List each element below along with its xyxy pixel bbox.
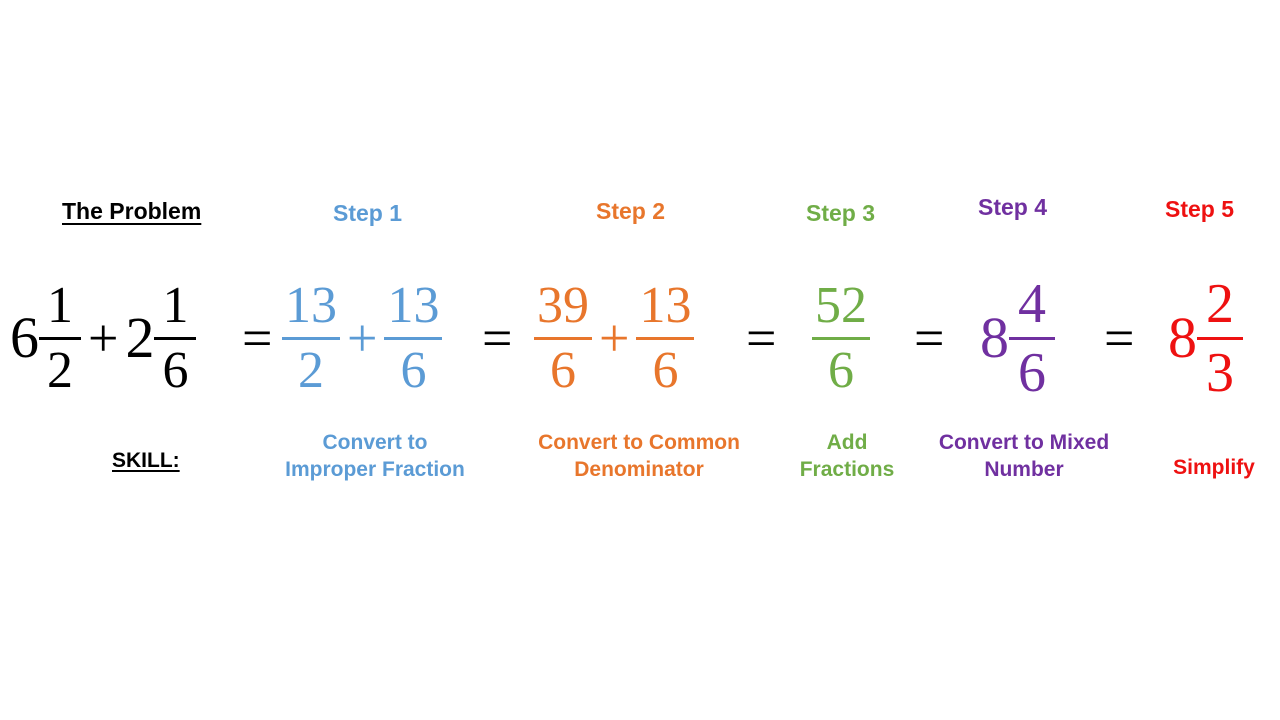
step2-fraction-2: 13 6: [636, 276, 695, 399]
skill-label-step-2: Convert to Common Denominator: [538, 431, 740, 481]
equals-5-wrap: =: [1098, 258, 1140, 418]
denominator: 6: [652, 341, 679, 399]
step-header-row: The Problem Step 1 Step 2 Step 3 Step 4 …: [0, 188, 1280, 234]
numerator: 1: [47, 276, 73, 334]
problem-fraction-1: 1 2: [39, 276, 81, 399]
problem-whole-2: 2: [125, 305, 155, 370]
denominator: 6: [162, 341, 189, 399]
equals-sign-4: =: [914, 308, 945, 368]
fraction-bar: [39, 336, 81, 340]
equation-row: 6 1 2 + 2 1 6 = 13 2 + 13 6 = 39 6 + 13 …: [0, 258, 1280, 418]
equals-sign-3: =: [746, 308, 777, 368]
header-step-5: Step 5: [1165, 196, 1235, 222]
step4-whole: 8: [980, 305, 1009, 370]
problem-whole-1: 6: [10, 305, 39, 370]
plus-sign: +: [347, 308, 378, 368]
header-step-2: Step 2: [596, 198, 666, 224]
fraction-bar: [1009, 336, 1055, 340]
expression-step-3: 52 6: [812, 258, 870, 418]
fraction-bar: [636, 336, 695, 340]
equals-1-wrap: =: [236, 258, 278, 418]
header-the-problem: The Problem: [62, 198, 202, 224]
denominator: 2: [298, 341, 324, 399]
denominator: 6: [1018, 341, 1046, 404]
expression-the-problem: 6 1 2 + 2 1 6: [10, 258, 197, 418]
denominator: 6: [400, 341, 427, 399]
expression-step-2: 39 6 + 13 6: [534, 258, 695, 418]
numerator: 13: [639, 276, 692, 334]
skill-label-step-5: Simplify: [1173, 456, 1255, 479]
plus-sign: +: [88, 308, 119, 368]
equals-4-wrap: =: [908, 258, 950, 418]
fraction-bar: [812, 336, 870, 340]
step2-fraction-1: 39 6: [534, 276, 592, 399]
equals-3-wrap: =: [740, 258, 782, 418]
denominator: 3: [1206, 341, 1234, 404]
fraction-bar: [384, 336, 443, 340]
numerator: 39: [537, 276, 589, 334]
numerator: 2: [1206, 272, 1234, 335]
skill-label-step-4: Convert to Mixed Number: [938, 431, 1110, 481]
header-step-1: Step 1: [333, 200, 403, 226]
skill-label-step-3: Add Fractions: [799, 431, 895, 481]
denominator: 6: [828, 341, 854, 399]
fraction-bar: [282, 336, 340, 340]
numerator: 13: [285, 276, 337, 334]
step5-whole: 8: [1168, 305, 1197, 370]
equals-sign-5: =: [1104, 308, 1135, 368]
step4-fraction: 4 6: [1009, 276, 1055, 401]
step1-fraction-1: 13 2: [282, 276, 340, 399]
equals-sign-1: =: [242, 308, 273, 368]
expression-step-5: 8 2 3: [1168, 258, 1243, 418]
equals-sign-2: =: [482, 308, 513, 368]
fraction-bar: [1197, 336, 1243, 340]
problem-fraction-2: 1 6: [154, 276, 197, 399]
numerator: 4: [1018, 272, 1046, 335]
numerator: 52: [815, 276, 867, 334]
header-step-4: Step 4: [978, 194, 1048, 220]
step5-fraction: 2 3: [1197, 276, 1243, 401]
expression-step-4: 8 4 6: [980, 258, 1055, 418]
fraction-bar: [154, 336, 197, 340]
skill-label-row: SKILL: Convert to Improper Fraction Conv…: [0, 424, 1280, 514]
fraction-bar: [534, 336, 592, 340]
skill-label-title: SKILL:: [112, 449, 180, 472]
step3-fraction: 52 6: [812, 276, 870, 399]
equals-2-wrap: =: [476, 258, 518, 418]
expression-step-1: 13 2 + 13 6: [282, 258, 443, 418]
header-step-3: Step 3: [806, 200, 876, 226]
worksheet-canvas: The Problem Step 1 Step 2 Step 3 Step 4 …: [0, 0, 1280, 720]
numerator: 1: [162, 276, 189, 334]
denominator: 6: [550, 341, 576, 399]
step1-fraction-2: 13 6: [384, 276, 443, 399]
skill-label-step-1: Convert to Improper Fraction: [285, 431, 465, 481]
numerator: 13: [387, 276, 440, 334]
plus-sign: +: [599, 308, 630, 368]
denominator: 2: [47, 341, 73, 399]
